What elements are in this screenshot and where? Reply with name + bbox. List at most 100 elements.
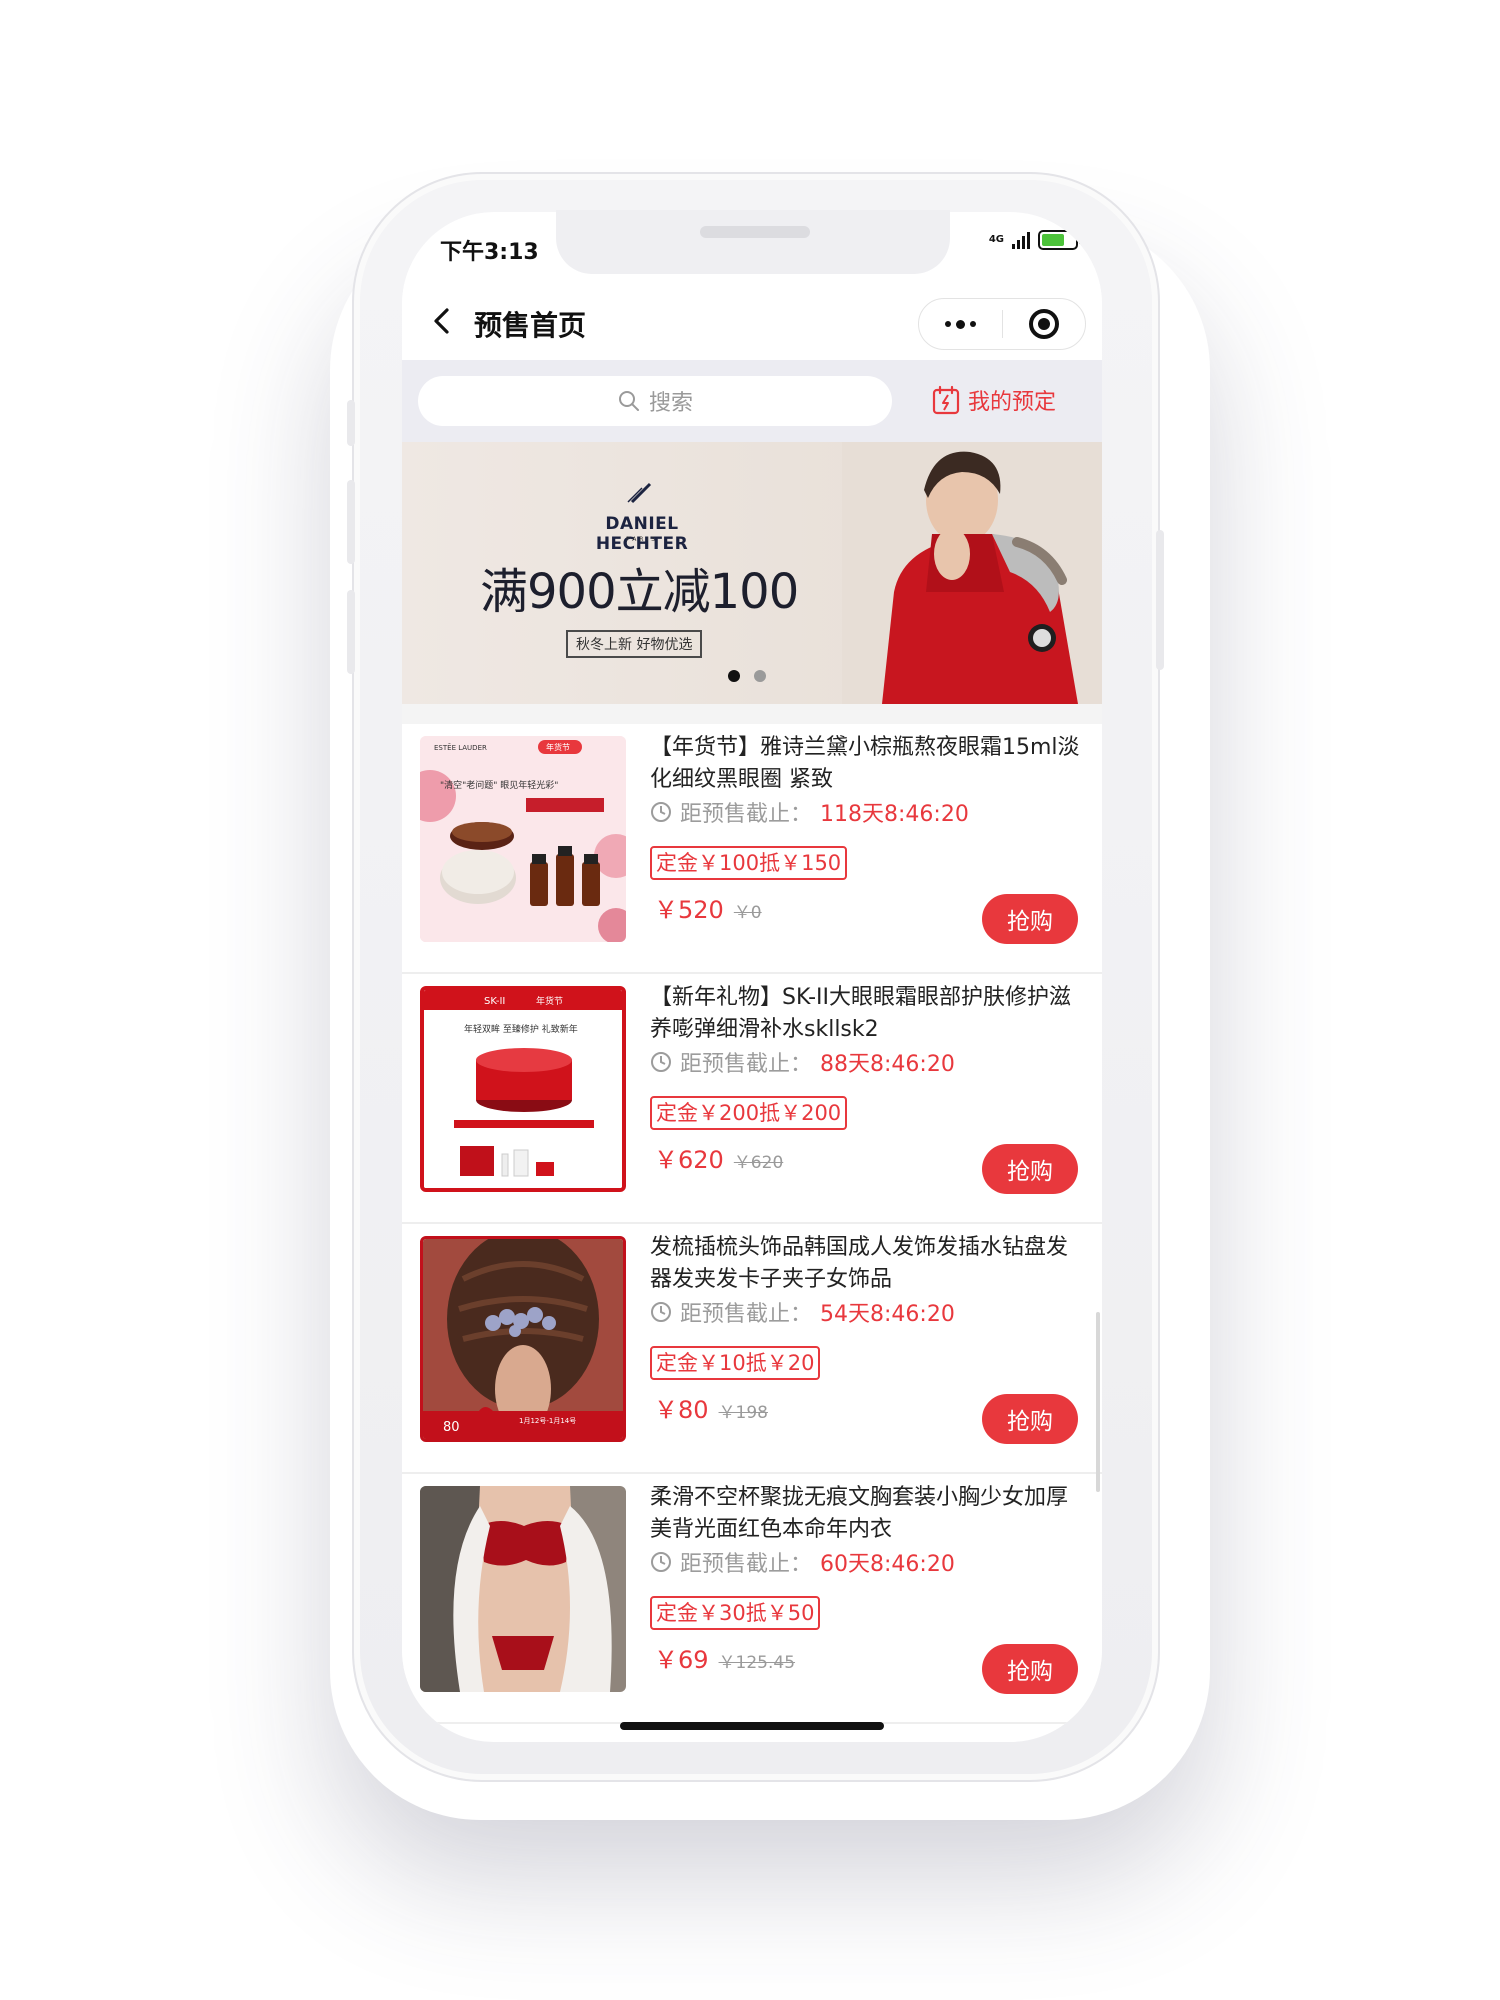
- buy-button[interactable]: 抢购: [982, 1144, 1078, 1194]
- banner-tag: 秋冬上新 好物优选: [566, 630, 703, 658]
- banner-brand-sub: PARIS: [625, 536, 659, 543]
- thumb-price: 80: [443, 1420, 460, 1435]
- product-card[interactable]: 80 1月12号-1月14号 发梳插梳头饰品韩国成人发饰发插水钻盘发器发夹发卡子…: [402, 1224, 1102, 1474]
- phone-screen: 下午3:13 4G 预售首页 搜索 我的预定 DANIEL HECHTER PA…: [402, 212, 1102, 1742]
- original-price: ￥0: [733, 903, 762, 923]
- my-booking-link[interactable]: 我的预定: [932, 384, 1056, 416]
- product-card[interactable]: SK-II 年货节 年轻双眸 至臻修护 礼致新年 【新年礼物】SK-II大眼眼霜…: [402, 974, 1102, 1224]
- thumb-headline: "清空"老问题" 眼见年轻光彩": [440, 779, 558, 791]
- home-indicator[interactable]: [620, 1722, 884, 1730]
- banner-pagination: [728, 670, 766, 682]
- clock-icon: [651, 1302, 671, 1322]
- lingerie-product-image: [420, 1486, 626, 1692]
- eye-cream-product-image: ESTĒE LAUDER 年货节 "清空"老问题" 眼见年轻光彩": [420, 736, 626, 942]
- deposit-badge: 定金￥100抵￥150: [650, 846, 848, 880]
- phone-speaker: [700, 226, 810, 238]
- deadline-row: 距预售截止： 60天8:46:20: [650, 1546, 955, 1578]
- banner-promo-text: 满900立减100: [480, 564, 799, 620]
- sale-price: ￥520: [654, 896, 724, 924]
- deadline-label: 距预售截止：: [680, 1302, 813, 1327]
- buy-button[interactable]: 抢购: [982, 894, 1078, 944]
- phone-notch: [556, 210, 950, 274]
- product-image: 80 1月12号-1月14号: [420, 1236, 626, 1442]
- product-title: 柔滑不空杯聚拢无痕文胸套装小胸少女加厚美背光面红色本命年内衣: [650, 1485, 1069, 1542]
- mini-program-capsule: [918, 298, 1086, 350]
- target-circle-icon: [1028, 309, 1059, 339]
- product-image: ESTĒE LAUDER 年货节 "清空"老问题" 眼见年轻光彩": [420, 736, 626, 942]
- battery-icon: [1038, 230, 1082, 250]
- product-card[interactable]: 柔滑不空杯聚拢无痕文胸套装小胸少女加厚美背光面红色本命年内衣 距预售截止： 60…: [402, 1474, 1102, 1724]
- scrollbar[interactable]: [1096, 1312, 1100, 1492]
- promo-banner[interactable]: DANIEL HECHTER PARIS 满900立减100 秋冬上新 好物优选: [402, 442, 1102, 704]
- skii-cream-product-image: SK-II 年货节 年轻双眸 至臻修护 礼致新年: [424, 990, 622, 1188]
- deadline-countdown: 118天8:46:20: [820, 802, 969, 827]
- volume-down-button: [347, 590, 355, 674]
- more-menu-button[interactable]: [919, 299, 1002, 349]
- deposit-badge: 定金￥200抵￥200: [650, 1096, 848, 1130]
- status-time: 下午3:13: [440, 240, 539, 265]
- power-button: [1156, 530, 1164, 670]
- deadline-row: 距预售截止： 118天8:46:20: [650, 796, 969, 828]
- hair-clip-product-image: 80 1月12号-1月14号: [423, 1239, 623, 1439]
- price-row: ￥80 ￥198: [654, 1390, 768, 1425]
- deposit-badge: 定金￥10抵￥20: [650, 1346, 821, 1380]
- page-title: 预售首页: [474, 309, 587, 342]
- product-title: 发梳插梳头饰品韩国成人发饰发插水钻盘发器发夹发卡子夹子女饰品: [650, 1235, 1069, 1292]
- price-row: ￥520 ￥0: [654, 890, 762, 925]
- price-row: ￥69 ￥125.45: [654, 1640, 795, 1675]
- sale-price: ￥69: [654, 1646, 709, 1674]
- banner-dot-2[interactable]: [754, 670, 766, 682]
- deadline-row: 距预售截止： 54天8:46:20: [650, 1296, 955, 1328]
- deadline-countdown: 88天8:46:20: [820, 1052, 955, 1077]
- calendar-bolt-icon: [932, 385, 960, 415]
- signal-icon: [1012, 231, 1030, 249]
- banner-brand: DANIEL HECHTER: [595, 514, 689, 554]
- original-price: ￥198: [718, 1403, 768, 1423]
- search-bar-area: 搜索 我的预定: [402, 360, 1102, 442]
- search-input[interactable]: 搜索: [418, 376, 892, 426]
- buy-button[interactable]: 抢购: [982, 1644, 1078, 1694]
- thumb-brand: SK-II: [484, 996, 505, 1007]
- clock-icon: [651, 1552, 671, 1572]
- network-label: 4G: [988, 234, 1004, 245]
- my-booking-label: 我的预定: [968, 390, 1057, 415]
- clock-icon: [651, 802, 671, 822]
- nav-bar: 预售首页: [402, 284, 1102, 360]
- volume-up-button: [347, 480, 355, 564]
- banner-dot-1[interactable]: [728, 670, 740, 682]
- banner-model-image: [842, 442, 1102, 704]
- original-price: ￥125.45: [718, 1653, 796, 1673]
- close-mini-program-button[interactable]: [1003, 299, 1086, 349]
- search-icon: [618, 391, 639, 411]
- brand-logo-icon: [627, 482, 652, 504]
- product-title: 【年货节】雅诗兰黛小棕瓶熬夜眼霜15ml淡化细纹黑眼圈 紧致: [650, 735, 1080, 792]
- product-title: 【新年礼物】SK-II大眼眼霜眼部护肤修护滋养嘭弹细滑补水skllsk2: [650, 985, 1071, 1042]
- deadline-countdown: 60天8:46:20: [820, 1552, 955, 1577]
- product-image: SK-II 年货节 年轻双眸 至臻修护 礼致新年: [420, 986, 626, 1192]
- deadline-label: 距预售截止：: [680, 1052, 813, 1077]
- silent-switch: [347, 400, 355, 446]
- thumb-date: 1月12号-1月14号: [519, 1417, 576, 1425]
- buy-button[interactable]: 抢购: [982, 1394, 1078, 1444]
- product-card[interactable]: ESTĒE LAUDER 年货节 "清空"老问题" 眼见年轻光彩" 【年货节】雅…: [402, 724, 1102, 974]
- status-icons: 4G: [988, 230, 1082, 250]
- thumb-badge: 年货节: [536, 995, 563, 1007]
- more-dots-icon: [944, 319, 976, 329]
- search-placeholder: 搜索: [648, 391, 693, 416]
- thumb-badge: 年货节: [546, 742, 570, 752]
- list-spacer: [402, 704, 1102, 724]
- back-arrow-icon[interactable]: [426, 304, 460, 338]
- clock-icon: [651, 1052, 671, 1072]
- price-row: ￥620 ￥620: [654, 1140, 783, 1175]
- sale-price: ￥80: [654, 1396, 709, 1424]
- deposit-badge: 定金￥30抵￥50: [650, 1596, 821, 1630]
- thumb-brand: ESTĒE LAUDER: [434, 743, 487, 752]
- deadline-row: 距预售截止： 88天8:46:20: [650, 1046, 955, 1078]
- sale-price: ￥620: [654, 1146, 724, 1174]
- deadline-label: 距预售截止：: [680, 802, 813, 827]
- deadline-label: 距预售截止：: [680, 1552, 813, 1577]
- product-image: [420, 1486, 626, 1692]
- original-price: ￥620: [733, 1153, 784, 1173]
- thumb-headline: 年轻双眸 至臻修护 礼致新年: [464, 1023, 578, 1035]
- deadline-countdown: 54天8:46:20: [820, 1302, 955, 1327]
